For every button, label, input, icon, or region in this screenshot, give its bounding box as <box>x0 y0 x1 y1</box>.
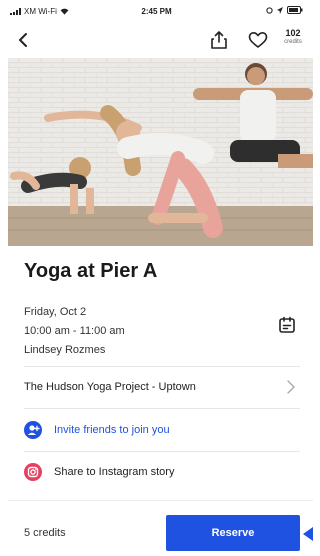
reserve-button[interactable]: Reserve <box>166 515 300 551</box>
chevron-left-icon <box>19 33 27 47</box>
studio-link[interactable]: The Hudson Yoga Project - Uptown <box>24 367 300 407</box>
yoga-photo <box>8 58 313 246</box>
class-credit-cost: 5 credits <box>24 527 66 539</box>
favorite-button[interactable] <box>248 31 268 49</box>
share-button[interactable] <box>210 30 228 50</box>
instagram-icon <box>24 463 42 481</box>
nav-bar: 102 credits <box>0 22 313 58</box>
share-instagram-button[interactable]: Share to Instagram story <box>24 452 300 492</box>
add-to-calendar-button[interactable] <box>277 315 297 335</box>
credits-label: credits <box>284 39 302 45</box>
back-button[interactable] <box>14 30 34 50</box>
bottom-bar: 5 credits Reserve <box>8 500 313 556</box>
battery-icon <box>287 6 303 14</box>
pointer-arrow-icon <box>303 527 313 541</box>
class-details: Friday, Oct 2 10:00 am - 11:00 am Lindse… <box>24 303 125 360</box>
instagram-label: Share to Instagram story <box>54 466 175 478</box>
credits-balance[interactable]: 102 credits <box>278 28 308 46</box>
invite-friends-icon <box>24 421 42 439</box>
location-icon <box>277 6 283 14</box>
class-hero-image <box>8 58 313 246</box>
status-bar: XM Wi-Fi 2:45 PM <box>0 0 313 22</box>
heart-icon <box>248 31 268 48</box>
divider <box>24 408 300 409</box>
invite-friends-label: Invite friends to join you <box>54 424 170 436</box>
class-instructor[interactable]: Lindsey Rozmes <box>24 341 125 360</box>
class-date: Friday, Oct 2 <box>24 306 87 318</box>
class-time: 10:00 am - 11:00 am <box>24 325 125 337</box>
invite-friends-button[interactable]: Invite friends to join you <box>24 410 300 450</box>
calendar-icon <box>279 316 295 333</box>
studio-name: The Hudson Yoga Project - Uptown <box>24 381 196 393</box>
class-title: Yoga at Pier A <box>24 260 158 282</box>
share-icon <box>211 31 227 49</box>
alarm-icon <box>266 6 273 14</box>
status-indicators <box>266 6 303 14</box>
credits-count: 102 <box>285 28 301 38</box>
chevron-right-icon <box>287 380 295 394</box>
